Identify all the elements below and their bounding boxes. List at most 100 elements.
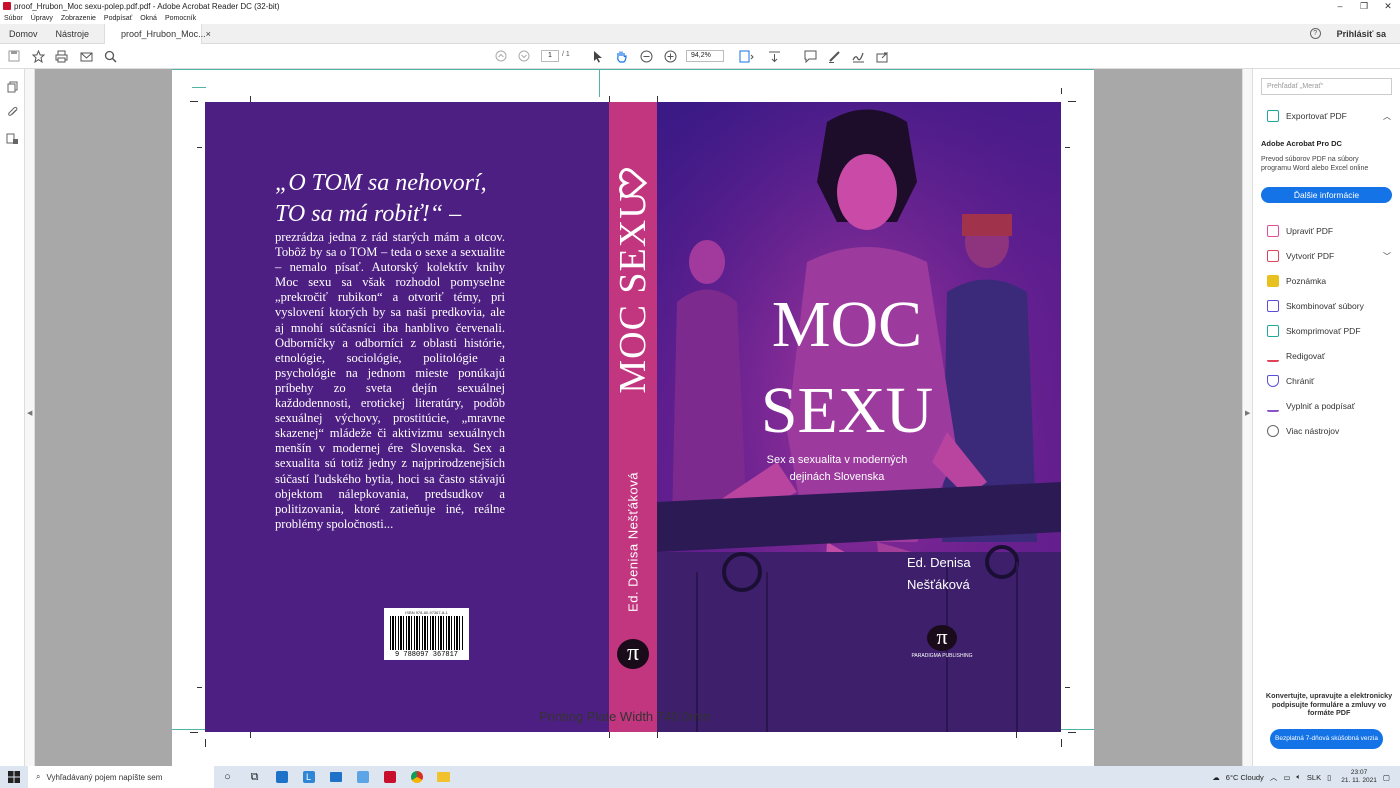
page-down-icon[interactable] [517,49,531,63]
tool-fill-sign[interactable]: Vyplniť a podpísať [1253,396,1400,416]
weather-cloud-icon: ☁ [1212,772,1220,782]
highlight-pen-icon[interactable] [827,49,841,63]
isbn-line: ISBN 978-80-97367-8-1 [405,610,448,615]
tool-combine-files[interactable]: Skombinovať súbory [1253,296,1400,316]
book-spine: MOC SEXU Ed. Denisa Nešťáková π [609,102,657,732]
comment-icon[interactable] [803,49,817,63]
page-number-input[interactable]: 1 [541,50,559,62]
tray-arrow-icon[interactable]: ︿ [1270,772,1278,783]
taskbar-search[interactable]: ⌕ Vyhľadávaný pojem napíšte sem [28,766,214,788]
front-cover: MOC SEXU Sex a sexualita v moderných dej… [657,102,1061,732]
crop-mark [1016,732,1017,738]
share-icon[interactable] [875,49,889,63]
sign-icon[interactable] [851,49,865,63]
left-pane-toggle[interactable]: ◀ [25,69,35,766]
right-pane-toggle[interactable]: ▶ [1242,69,1252,766]
zoom-in-icon[interactable] [663,49,677,63]
app-blue-icon[interactable] [349,766,376,788]
file-explorer-icon[interactable] [430,766,457,788]
tool-protect[interactable]: Chrániť [1253,371,1400,391]
chevron-up-icon[interactable]: ︿ [1383,111,1391,122]
chevron-down-icon[interactable]: ﹀ [1383,251,1391,262]
tool-edit-pdf[interactable]: Upraviť PDF [1253,221,1400,241]
start-windows-icon[interactable] [0,766,28,788]
upsell-text: Konvertujte, upravujte a elektronicky po… [1265,691,1393,717]
tool-redact[interactable]: Redigovať [1253,346,1400,366]
menu-sign[interactable]: Podpísať [104,15,132,22]
tab-tools[interactable]: Nástroje [47,24,99,44]
volume-icon[interactable]: 🔈︎ [1296,772,1301,782]
promo-text: Prevod súborov PDF na súbory programu Wo… [1261,156,1369,172]
maximize-button[interactable]: ❐ [1352,1,1376,12]
tools-search-input[interactable]: Prehľadať „Merať“ [1261,78,1392,95]
minimize-button[interactable]: – [1328,1,1352,12]
menu-edit[interactable]: Úpravy [31,15,53,22]
windows-taskbar: ⌕ Vyhľadávaný pojem napíšte sem ○ ⧉ L ☁ … [0,766,1400,788]
acrobat-taskbar-icon[interactable] [376,766,403,788]
help-icon[interactable]: ? [1309,28,1321,39]
page-up-icon[interactable] [494,49,508,63]
select-cursor-icon[interactable] [591,49,605,63]
clock-date: 21. 11. 2021 [1341,777,1377,784]
plate-line-top [172,69,1094,70]
mail-app-icon[interactable] [322,766,349,788]
front-subtitle: Sex a sexualita v moderných dejinách Slo… [752,452,922,486]
close-window-button[interactable]: ✕ [1376,1,1400,12]
language-indicator[interactable]: SLK [1307,773,1321,782]
signin-button[interactable]: Prihlásiť sa [1337,29,1386,39]
title-bar: proof_Hrubon_Moc sexu-polep.pdf.pdf - Ad… [0,0,1400,12]
cortana-icon[interactable]: ○ [214,766,241,788]
zoom-level-select[interactable]: 94,2% [686,50,724,62]
bookmark-star-icon[interactable] [31,49,45,63]
document-canvas[interactable]: „O TOM sa nehovorí, TO sa má robiť!“ – p… [35,69,1242,766]
tabs-bar: Domov Nástroje proof_Hrubon_Moc... × ? P… [0,23,1400,44]
tab-close-icon[interactable]: × [206,29,211,39]
export-pdf-tool[interactable]: Exportovať PDF ︿ [1253,107,1400,125]
task-view-icon[interactable]: ⧉ [241,766,268,788]
action-center-icon[interactable]: ▢ [1383,773,1390,782]
page-fit-icon[interactable] [738,49,756,63]
network-icon[interactable]: ▭ [1283,773,1290,782]
notifications-icon[interactable]: ▯ [1327,773,1331,782]
promo-title: Adobe Acrobat Pro DC [1261,139,1342,148]
tool-label: Vytvoriť PDF [1286,251,1335,261]
pages-thumbnail-icon[interactable] [6,81,19,94]
clock[interactable]: 23:07 21. 11. 2021 [1341,769,1377,785]
crop-mark [190,101,198,102]
window-title: proof_Hrubon_Moc sexu-polep.pdf.pdf - Ad… [14,1,280,11]
tab-document[interactable]: proof_Hrubon_Moc... × [104,23,211,44]
menu-window[interactable]: Okná [140,15,157,22]
store-app-icon[interactable] [268,766,295,788]
comment-note-icon [1267,275,1279,287]
left-arrow-icon: ◀ [27,410,33,417]
menu-view[interactable]: Zobrazenie [61,15,96,22]
weather-text[interactable]: 6°C Cloudy [1226,773,1264,782]
tool-comment[interactable]: Poznámka [1253,271,1400,291]
front-editor-line1: Ed. Denisa [907,555,971,570]
tab-home[interactable]: Domov [0,24,47,44]
tool-more-tools[interactable]: Viac nástrojov [1253,421,1400,441]
menu-help[interactable]: Pomocník [165,15,196,22]
crop-mark [197,687,202,688]
zoom-out-icon[interactable] [639,49,653,63]
publisher-name: PARADIGMA PUBLISHING [911,653,973,659]
scroll-mode-icon[interactable] [767,49,781,63]
print-icon[interactable] [54,49,68,63]
search-icon[interactable] [103,49,117,63]
hand-tool-icon[interactable] [614,49,628,63]
free-trial-button[interactable]: Bezplatná 7-dňová skúšobná verzia [1270,729,1383,749]
more-info-button[interactable]: Ďalšie informácie [1261,187,1392,203]
crop-mark [1068,101,1076,102]
acrobat-app-icon [3,2,11,10]
security-lock-icon[interactable] [6,132,19,145]
front-title-line1: MOC [771,288,923,361]
app-l-icon[interactable]: L [295,766,322,788]
crop-mark [205,739,206,747]
tool-create-pdf[interactable]: Vytvoriť PDF ﹀ [1253,246,1400,266]
email-icon[interactable] [79,49,93,63]
tool-compress-pdf[interactable]: Skomprimovať PDF [1253,321,1400,341]
chrome-icon[interactable] [403,766,430,788]
attachment-icon[interactable] [6,106,19,119]
save-icon[interactable] [7,49,21,63]
menu-file[interactable]: Súbor [4,15,23,22]
